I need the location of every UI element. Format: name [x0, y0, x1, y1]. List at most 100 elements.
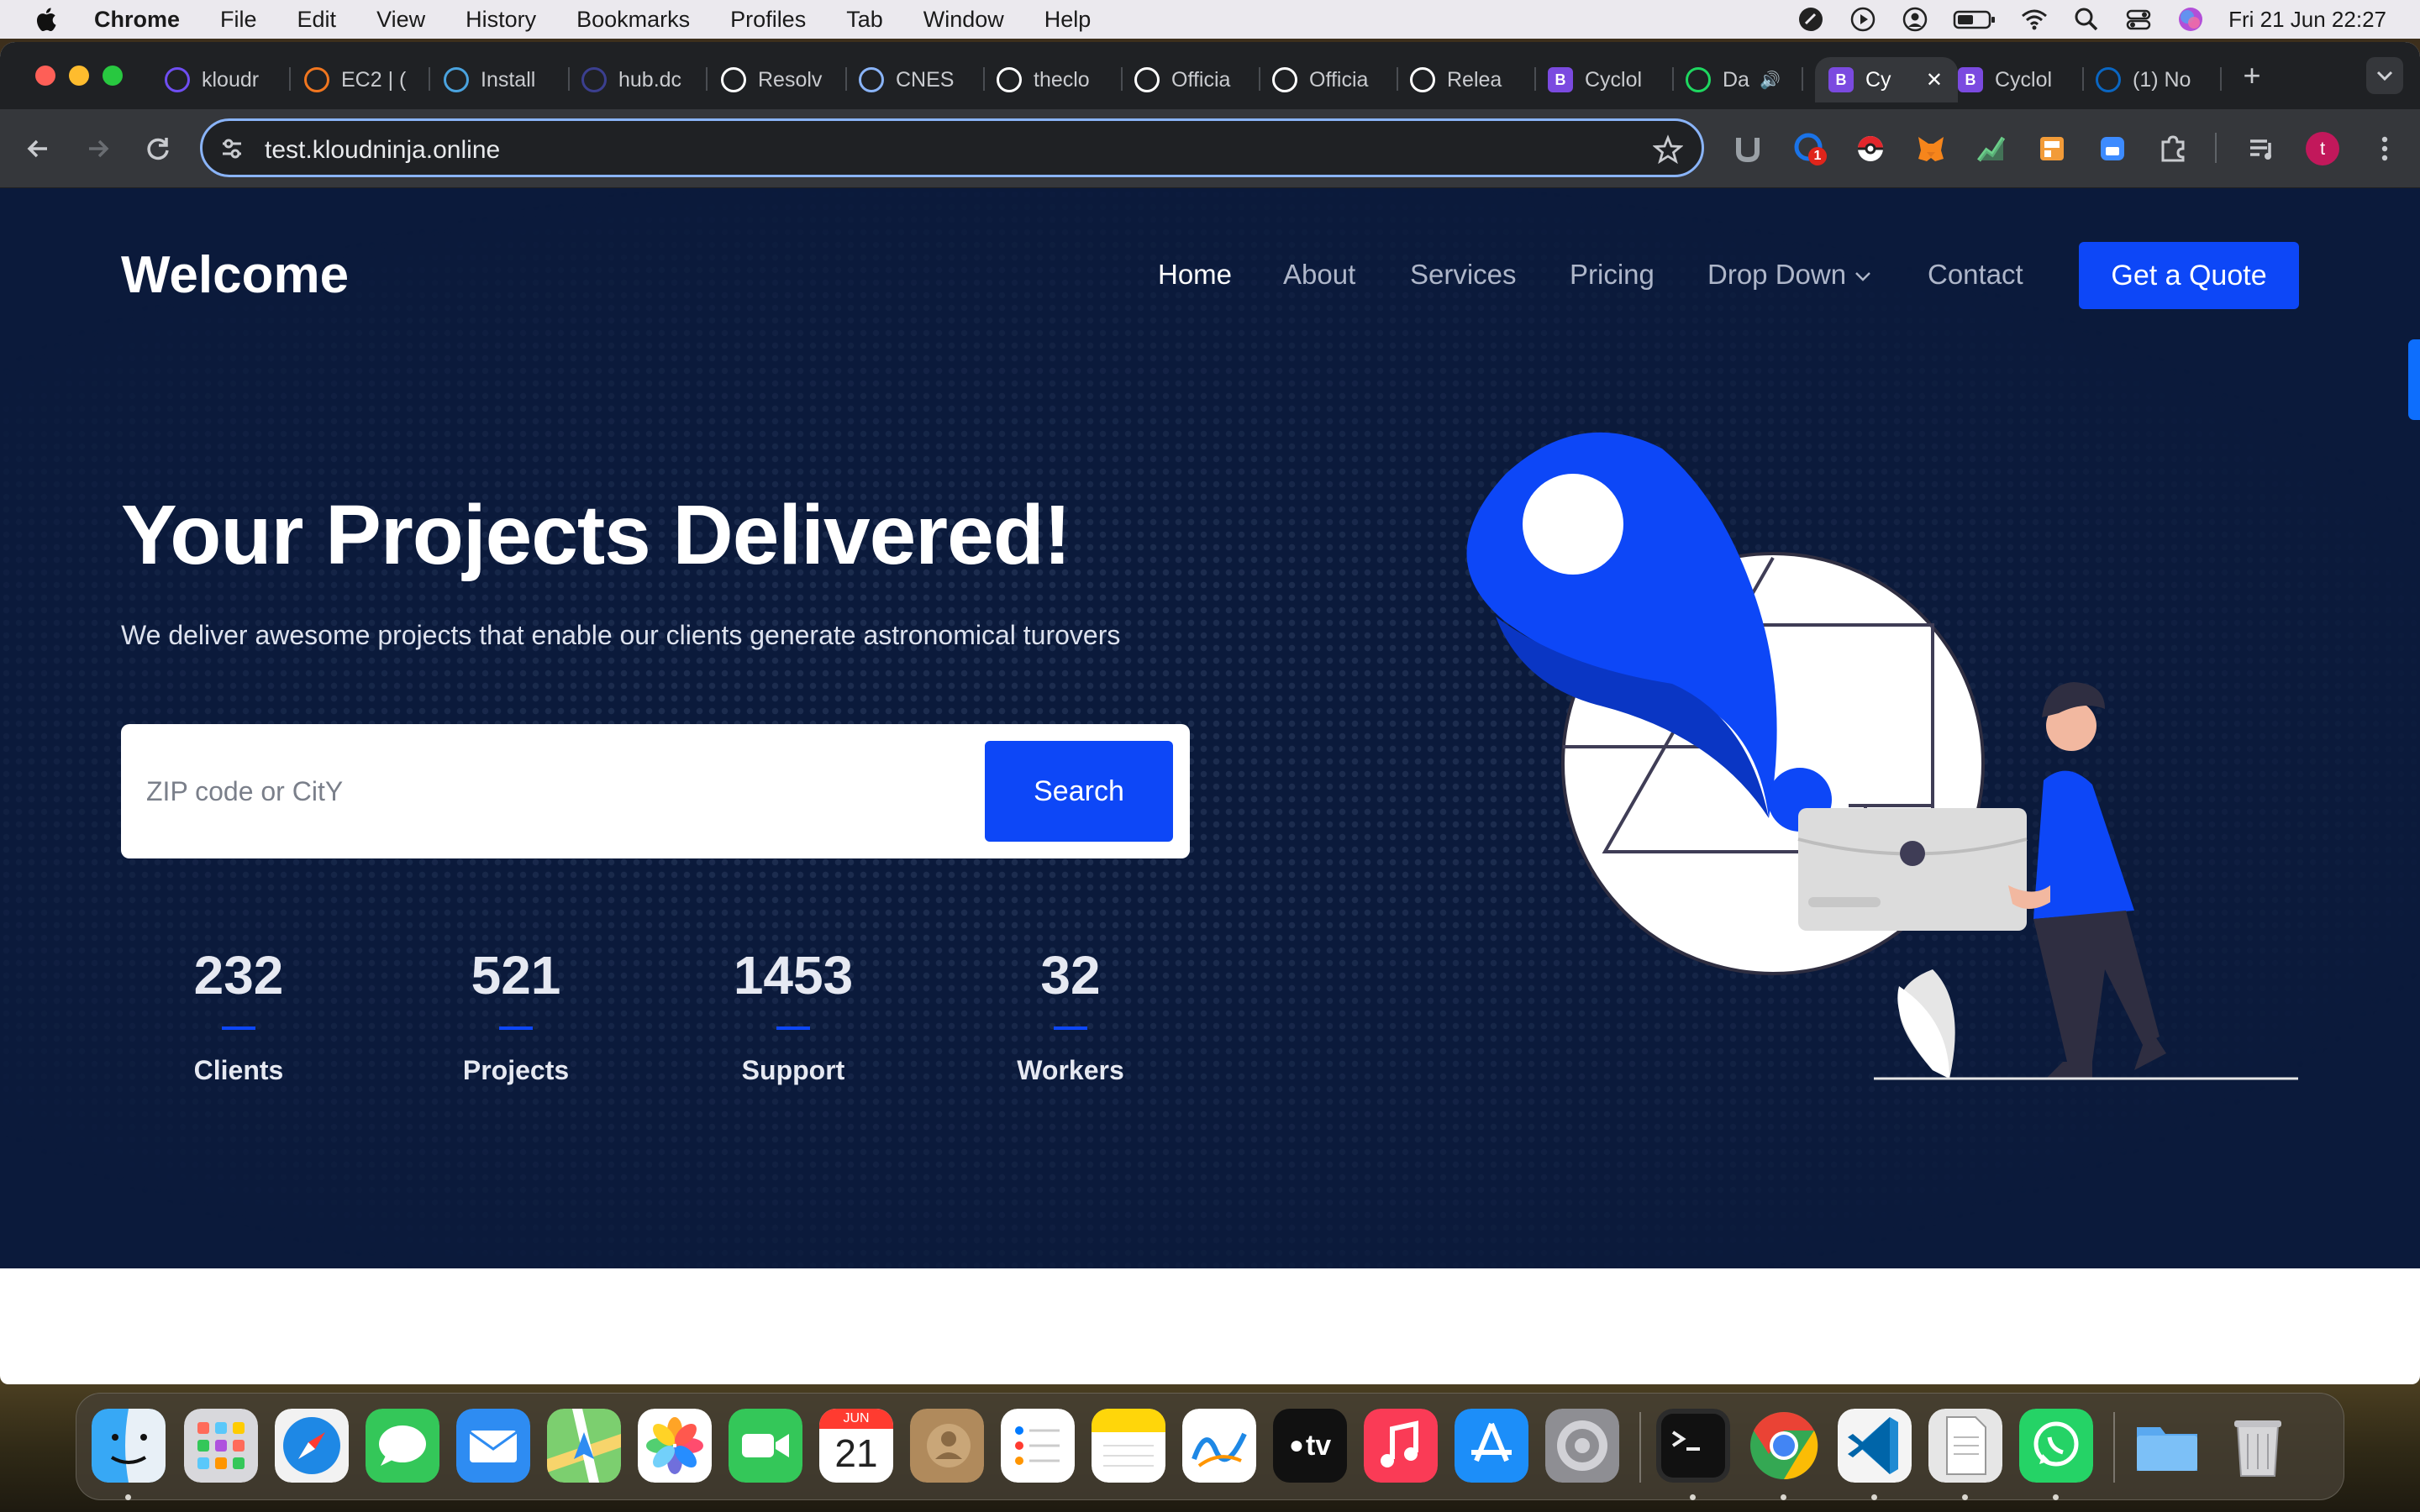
running-indicator — [125, 1494, 131, 1500]
menu-view[interactable]: View — [376, 7, 425, 33]
url-text[interactable]: test.kloudninja.online — [265, 136, 500, 165]
vscode-icon[interactable] — [1838, 1409, 1912, 1483]
puzzle-extensions-icon[interactable] — [2156, 132, 2190, 165]
site-settings-icon[interactable] — [219, 136, 245, 161]
menubar-clock[interactable]: Fri 21 Jun 22:27 — [2228, 7, 2386, 33]
browser-tab[interactable]: Da 🔊 — [1686, 57, 1803, 102]
pokeball-extension-icon[interactable] — [1854, 132, 1887, 165]
menu-history[interactable]: History — [466, 7, 536, 33]
freeform-icon[interactable] — [1182, 1409, 1256, 1483]
speaker-icon[interactable]: 🔊 — [1760, 70, 1781, 91]
menu-app-name[interactable]: Chrome — [94, 7, 180, 33]
nav-services[interactable]: Services — [1410, 259, 1517, 291]
tab-title: EC2 | ( — [341, 67, 407, 92]
browser-tab[interactable]: Install — [444, 57, 570, 102]
launchpad-icon[interactable] — [184, 1409, 258, 1483]
blue-extension-icon[interactable] — [2096, 132, 2129, 165]
play-icon[interactable] — [1849, 5, 1877, 34]
menu-bookmarks[interactable]: Bookmarks — [576, 7, 690, 33]
back-arrow-icon[interactable] — [22, 132, 55, 165]
forward-arrow-icon[interactable] — [81, 132, 114, 165]
extension-badge-icon[interactable]: 1 — [1793, 132, 1827, 165]
focus-icon[interactable] — [1797, 5, 1825, 34]
menu-file[interactable]: File — [220, 7, 257, 33]
reminders-icon[interactable] — [1001, 1409, 1075, 1483]
tab-search-button[interactable] — [2366, 57, 2403, 94]
side-scroll-indicator[interactable] — [2408, 339, 2420, 420]
tab-separator — [2082, 67, 2084, 91]
browser-tab[interactable]: B Cy ✕ — [1815, 57, 1958, 102]
safari-icon[interactable] — [275, 1409, 349, 1483]
finder-icon[interactable] — [92, 1409, 166, 1483]
spotlight-search-icon[interactable] — [2072, 5, 2101, 34]
browser-tab[interactable]: Officia — [1134, 57, 1260, 102]
nav-pricing[interactable]: Pricing — [1570, 259, 1655, 291]
messages-icon[interactable] — [366, 1409, 439, 1483]
minimize-window-button[interactable] — [69, 66, 89, 86]
textedit-icon[interactable] — [1928, 1409, 2002, 1483]
browser-tab[interactable]: B Cyclol — [1548, 57, 1674, 102]
menu-edit[interactable]: Edit — [297, 7, 337, 33]
close-window-button[interactable] — [35, 66, 55, 86]
menu-profiles[interactable]: Profiles — [730, 7, 806, 33]
tab-title: Install — [481, 67, 536, 92]
user-icon[interactable] — [1901, 5, 1929, 34]
downloads-folder-icon[interactable] — [2130, 1409, 2204, 1483]
facetime-icon[interactable] — [729, 1409, 802, 1483]
photos-icon[interactable] — [638, 1409, 712, 1483]
app-store-icon[interactable] — [1455, 1409, 1528, 1483]
browser-tab[interactable]: kloudr — [165, 57, 291, 102]
chart-extension-icon[interactable] — [1975, 132, 2008, 165]
github-icon — [997, 67, 1022, 92]
nav-drop-down[interactable]: Drop Down — [1707, 259, 1871, 291]
chrome-icon[interactable] — [1747, 1409, 1821, 1483]
browser-tab[interactable]: Officia — [1272, 57, 1398, 102]
search-button[interactable]: Search — [985, 741, 1173, 842]
new-tab-button[interactable]: + — [2233, 57, 2270, 94]
siri-icon[interactable] — [2176, 5, 2205, 34]
browser-tab[interactable]: CNES — [859, 57, 985, 102]
browser-tab[interactable]: theclo — [997, 57, 1123, 102]
browser-tab[interactable]: EC2 | ( — [304, 57, 430, 102]
browser-tab[interactable]: Resolv — [721, 57, 847, 102]
music-icon[interactable] — [1364, 1409, 1438, 1483]
apple-menu-icon[interactable] — [34, 6, 57, 33]
address-bar[interactable]: test.kloudninja.online — [200, 118, 1704, 177]
contacts-icon[interactable] — [910, 1409, 984, 1483]
terminal-icon[interactable] — [1656, 1409, 1730, 1483]
menu-window[interactable]: Window — [923, 7, 1004, 33]
menu-tab[interactable]: Tab — [846, 7, 883, 33]
metamask-fox-icon[interactable] — [1914, 132, 1948, 165]
close-tab-icon[interactable]: ✕ — [1926, 68, 1943, 92]
nav-home[interactable]: Home — [1158, 259, 1232, 291]
browser-tab[interactable]: B Cyclol — [1958, 57, 2084, 102]
notes-icon[interactable] — [1092, 1409, 1165, 1483]
browser-tab[interactable]: Relea — [1410, 57, 1536, 102]
apple-tv-icon[interactable]: ● tv — [1273, 1409, 1347, 1483]
wifi-icon[interactable] — [2020, 5, 2049, 34]
maximize-window-button[interactable] — [103, 66, 123, 86]
whatsapp-icon[interactable] — [2019, 1409, 2093, 1483]
site-logo[interactable]: Welcome — [121, 245, 349, 305]
trash-icon[interactable] — [2221, 1409, 2295, 1483]
browser-tab[interactable]: hub.dc — [581, 57, 708, 102]
orange-extension-icon[interactable] — [2035, 132, 2069, 165]
system-settings-icon[interactable] — [1545, 1409, 1619, 1483]
mail-icon[interactable] — [456, 1409, 530, 1483]
control-center-icon[interactable] — [2124, 5, 2153, 34]
zip-city-input[interactable] — [146, 758, 1020, 825]
more-menu-icon[interactable] — [2368, 132, 2402, 165]
nav-about[interactable]: About — [1283, 259, 1355, 291]
bookmark-star-icon[interactable] — [1653, 134, 1683, 165]
calendar-icon[interactable]: JUN 21 — [819, 1409, 893, 1483]
battery-icon[interactable] — [1953, 5, 1996, 34]
browser-tab[interactable]: (1) No — [2096, 57, 2222, 102]
menu-help[interactable]: Help — [1044, 7, 1092, 33]
profile-avatar[interactable]: t — [2306, 132, 2339, 165]
maps-icon[interactable] — [547, 1409, 621, 1483]
extension-u-icon[interactable] — [1731, 132, 1765, 165]
media-queue-icon[interactable] — [2245, 132, 2279, 165]
reload-icon[interactable] — [141, 132, 175, 165]
get-a-quote-button[interactable]: Get a Quote — [2079, 242, 2299, 309]
nav-contact[interactable]: Contact — [1928, 259, 2023, 291]
